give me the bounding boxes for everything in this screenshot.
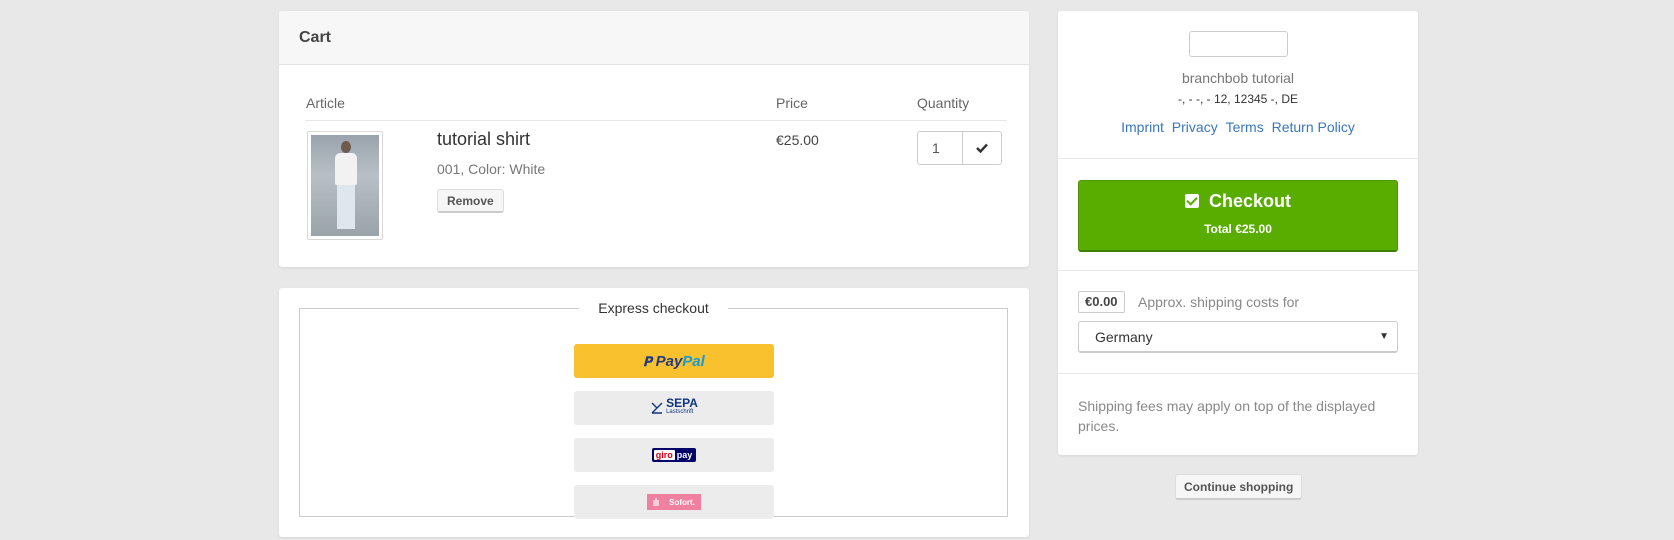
sepa-button[interactable]: SEPA Lastschrift: [574, 391, 774, 425]
product-thumbnail[interactable]: [307, 131, 383, 240]
sofort-hand-icon: [653, 498, 659, 506]
product-name[interactable]: tutorial shirt: [437, 129, 530, 150]
imprint-link[interactable]: Imprint: [1121, 119, 1164, 135]
column-quantity: Quantity: [917, 95, 970, 111]
product-price: €25.00: [776, 132, 819, 148]
shop-panel: branchbob tutorial -, - -, - 12, 12345 -…: [1058, 11, 1418, 455]
divider: [1058, 270, 1418, 271]
sepa-logo: SEPA Lastschrift: [650, 397, 698, 417]
divider: [1058, 373, 1418, 374]
column-price: Price: [776, 95, 808, 111]
privacy-link[interactable]: Privacy: [1172, 119, 1218, 135]
checkmark-icon: [976, 143, 988, 153]
divider: [1058, 158, 1418, 159]
sofort-logo: Sofort.: [647, 494, 701, 510]
giropay-logo: giro pay: [651, 448, 697, 462]
cart-title: Cart: [299, 29, 332, 46]
sofort-button[interactable]: Sofort.: [574, 485, 774, 519]
checkout-label: Checkout: [1208, 191, 1291, 211]
giropay-button[interactable]: giro pay: [574, 438, 774, 472]
shipping-note: Shipping fees may apply on top of the di…: [1078, 398, 1376, 434]
checkbox-icon: [1184, 194, 1199, 208]
cart-header: Cart: [279, 11, 1029, 65]
express-checkout-box: Express checkout 𝐏 PayPal SEPA Lastschri…: [299, 300, 1008, 519]
shipping-cost: €0.00: [1078, 291, 1125, 313]
table-divider: [305, 120, 1007, 121]
quantity-group: 1: [917, 131, 1002, 165]
terms-link[interactable]: Terms: [1226, 119, 1264, 135]
product-image: [311, 135, 379, 236]
cart-panel: Cart Article Price Quantity tutorial shi…: [279, 11, 1029, 267]
checkout-button[interactable]: Checkout Total €25.00: [1078, 180, 1398, 252]
dropdown-arrow-icon: ▼: [1379, 331, 1389, 342]
shop-address: -, - -, - 12, 12345 -, DE: [1177, 92, 1299, 106]
continue-shopping-button[interactable]: Continue shopping: [1175, 474, 1303, 500]
country-value: Germany: [1095, 329, 1153, 345]
shipping-label: Approx. shipping costs for: [1138, 294, 1300, 310]
paypal-button[interactable]: 𝐏 PayPal: [574, 344, 774, 378]
quantity-input[interactable]: 1: [917, 131, 962, 165]
sepa-icon: [651, 402, 663, 414]
country-select[interactable]: Germany ▼: [1078, 321, 1398, 353]
quantity-confirm-button[interactable]: [962, 131, 1002, 165]
remove-button[interactable]: Remove: [437, 189, 504, 213]
paypal-logo: 𝐏 PayPal: [643, 352, 705, 370]
product-variant: 001, Color: White: [437, 161, 546, 177]
shop-links: Imprint Privacy Terms Return Policy: [1058, 119, 1418, 135]
shop-logo: [1189, 31, 1288, 57]
express-checkout-panel: Express checkout 𝐏 PayPal SEPA Lastschri…: [279, 288, 1029, 537]
return-policy-link[interactable]: Return Policy: [1272, 119, 1355, 135]
checkout-total: Total €25.00: [1204, 222, 1272, 236]
shop-name: branchbob tutorial: [1181, 70, 1295, 86]
express-checkout-legend: Express checkout: [579, 300, 728, 316]
column-article: Article: [306, 95, 345, 111]
